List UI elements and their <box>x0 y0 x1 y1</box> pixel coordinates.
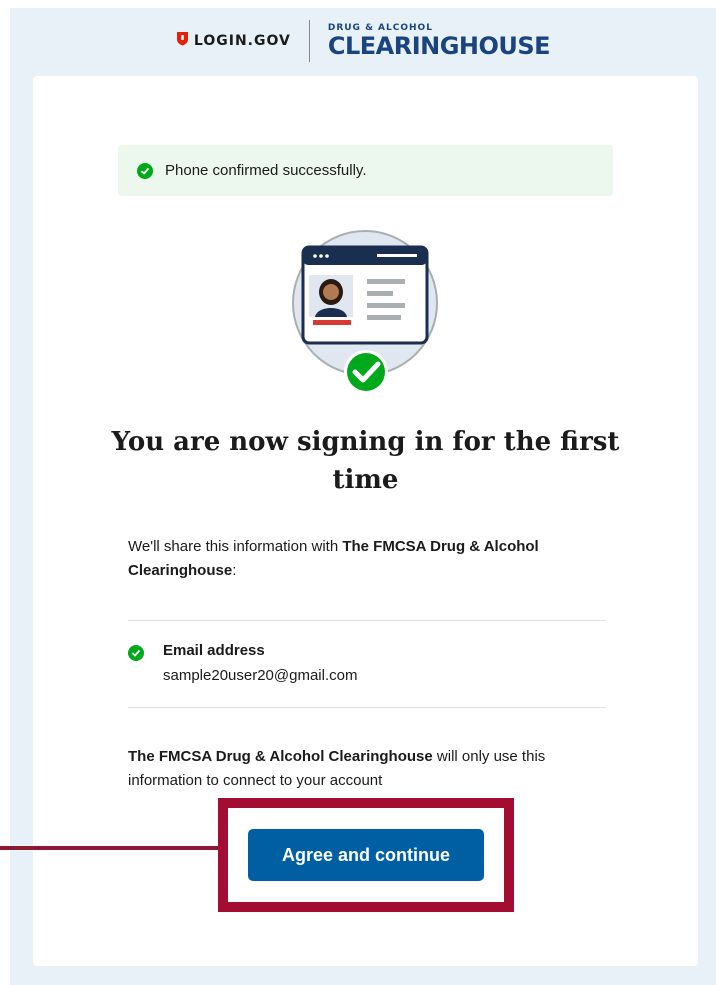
usage-info-text: The FMCSA Drug & Alcohol Clearinghouse w… <box>128 745 618 793</box>
share-info-text: We'll share this information with The FM… <box>128 535 618 583</box>
usage-recipient: The FMCSA Drug & Alcohol Clearinghouse <box>128 748 433 765</box>
header-divider <box>308 20 310 62</box>
clearinghouse-logo: DRUG & ALCOHOL CLEARINGHOUSE <box>327 24 551 60</box>
attribute-label: Email address <box>163 642 265 659</box>
check-circle-icon <box>128 645 144 661</box>
attribute-value: sample20user20@gmail.com <box>163 667 358 684</box>
logingov-wordmark: LOGIN.GOV <box>193 33 291 49</box>
shield-icon <box>176 31 189 51</box>
success-alert: Phone confirmed successfully. <box>118 145 613 196</box>
alert-message: Phone confirmed successfully. <box>165 162 367 179</box>
callout-line <box>0 846 218 850</box>
divider-top <box>128 620 606 621</box>
share-prefix: We'll share this information with <box>128 538 343 555</box>
share-suffix: : <box>232 562 237 579</box>
clearinghouse-title: CLEARINGHOUSE <box>327 32 551 60</box>
check-circle-icon <box>137 162 153 179</box>
logingov-logo[interactable]: LOGIN.GOV <box>176 31 291 51</box>
page-title: You are now signing in for the first tim… <box>111 427 620 495</box>
divider-bottom <box>128 707 606 708</box>
identity-card-illustration <box>289 229 443 399</box>
agree-continue-button[interactable]: Agree and continue <box>248 829 484 881</box>
site-header: LOGIN.GOV DRUG & ALCOHOL CLEARINGHOUSE <box>10 8 716 74</box>
